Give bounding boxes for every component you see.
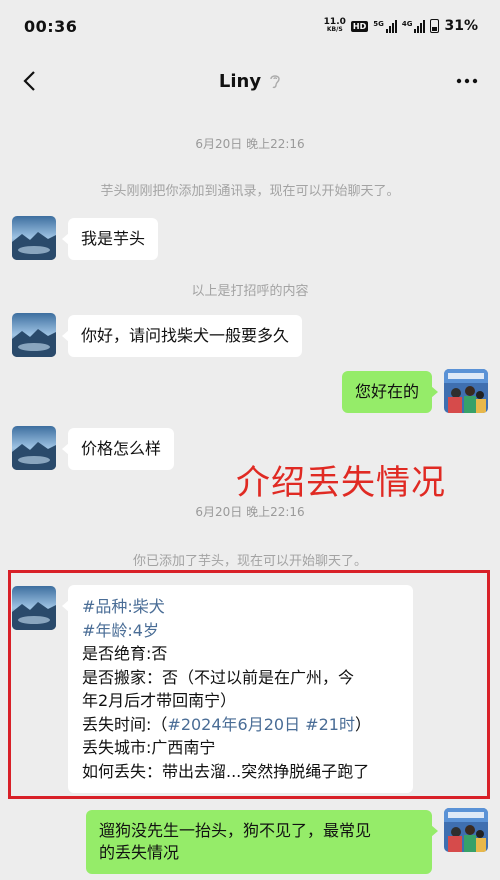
contact-avatar[interactable] bbox=[12, 313, 56, 357]
system-message: 你已添加了芋头，现在可以开始聊天了。 bbox=[132, 554, 367, 569]
chat-title: Liny bbox=[218, 70, 262, 92]
message-bubble[interactable]: 价格怎么样 bbox=[61, 428, 175, 470]
contact-avatar[interactable] bbox=[12, 426, 56, 470]
my-message-bubble[interactable]: 遛狗没先生一抬头，狗不见了，最常见 的丢失情况 bbox=[86, 810, 438, 874]
status-time: 00:36 bbox=[24, 16, 78, 36]
annotation-text: 介绍丢失情况 bbox=[236, 463, 446, 503]
more-dots-icon bbox=[456, 78, 478, 84]
ear-icon bbox=[270, 75, 280, 89]
my-avatar[interactable] bbox=[444, 369, 488, 413]
timestamp: 6月20日 晚上22:16 bbox=[195, 505, 305, 519]
system-message: 以上是打招呼的内容 bbox=[191, 284, 309, 299]
network-speed: 11.0 KB/S bbox=[324, 18, 346, 34]
signal-4g-icon: 4G bbox=[401, 19, 426, 33]
my-message-bubble[interactable]: 您好在的 bbox=[341, 371, 439, 413]
chevron-left-icon bbox=[23, 71, 35, 91]
timestamp: 6月20日 晚上22:16 bbox=[195, 137, 305, 151]
message-line: 的丢失情况 bbox=[99, 843, 180, 862]
battery-percent: 31% bbox=[444, 18, 478, 34]
network-speed-value: 11.0 bbox=[323, 17, 346, 27]
chat-title-group: Liny bbox=[219, 71, 281, 92]
contact-avatar[interactable] bbox=[12, 216, 56, 260]
message-bubble[interactable]: 你好，请问找柴犬一般要多久 bbox=[61, 315, 303, 357]
system-message: 芋头刚刚把你添加到通讯录，现在可以开始聊天了。 bbox=[100, 184, 400, 199]
chat-message-list[interactable]: 6月20日 晚上22:16 芋头刚刚把你添加到通讯录，现在可以开始聊天了。 我是… bbox=[0, 110, 500, 880]
battery-icon bbox=[430, 19, 440, 33]
highlight-box bbox=[8, 570, 490, 799]
status-icons: 11.0 KB/S HD 5G 4G 31% bbox=[324, 18, 478, 35]
chat-header: Liny bbox=[0, 52, 500, 110]
hd-icon: HD bbox=[350, 20, 369, 32]
message-line: 遛狗没先生一抬头，狗不见了，最常见 bbox=[99, 821, 372, 840]
status-bar: 00:36 11.0 KB/S HD 5G 4G 31% bbox=[0, 0, 500, 52]
my-avatar[interactable] bbox=[444, 808, 488, 852]
signal-4g-label: 4G bbox=[401, 19, 413, 28]
network-speed-unit: KB/S bbox=[326, 26, 343, 33]
signal-5g-icon: 5G bbox=[373, 19, 397, 33]
message-bubble[interactable]: 我是芋头 bbox=[61, 218, 159, 260]
more-button[interactable] bbox=[452, 66, 482, 96]
back-button[interactable] bbox=[14, 66, 44, 96]
signal-5g-label: 5G bbox=[373, 19, 384, 28]
